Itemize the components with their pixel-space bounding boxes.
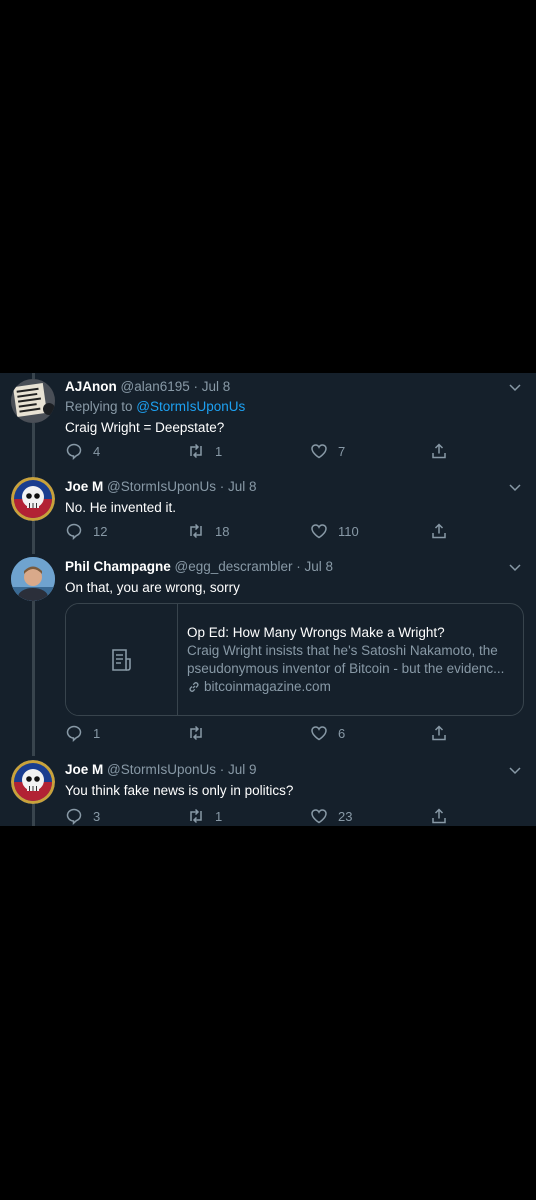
avatar[interactable] xyxy=(11,379,55,423)
card-body: Op Ed: How Many Wrongs Make a Wright? Cr… xyxy=(187,624,513,696)
replying-to: Replying to @StormIsUponUs xyxy=(65,398,516,416)
retweet-icon xyxy=(190,443,202,459)
retweet-button[interactable] xyxy=(187,723,215,743)
retweet-button[interactable]: 1 xyxy=(187,806,222,826)
skull-patriot-badge-icon xyxy=(11,477,55,521)
display-name[interactable]: Joe M xyxy=(65,479,103,494)
tweet-text: On that, you are wrong, sorry xyxy=(65,580,240,595)
tweet-date[interactable]: Jul 8 xyxy=(228,479,257,494)
card-domain-text: bitcoinmagazine.com xyxy=(204,679,331,694)
like-count: 110 xyxy=(338,523,359,539)
tweet-header: Joe M @StormIsUponUs · Jul 9 xyxy=(65,761,516,779)
retweet-icon xyxy=(190,808,202,824)
like-button[interactable]: 110 xyxy=(310,521,359,541)
heart-icon xyxy=(311,726,327,741)
tweet-text: Craig Wright = Deepstate? xyxy=(65,420,225,435)
retweet-icon xyxy=(190,725,202,741)
share-button[interactable] xyxy=(430,441,448,461)
tweet-header: Joe M @StormIsUponUs · Jul 8 xyxy=(65,478,516,496)
replying-to-label: Replying to xyxy=(65,399,137,414)
reply-button[interactable]: 1 xyxy=(65,723,100,743)
display-name[interactable]: AJAnon xyxy=(65,379,117,394)
mention-link[interactable]: @StormIsUponUs xyxy=(136,399,245,414)
tweet-text: You think fake news is only in politics? xyxy=(65,783,294,798)
chevron-down-icon[interactable] xyxy=(508,560,522,574)
tweet-header: Phil Champagne @egg_descrambler · Jul 8 xyxy=(65,558,516,576)
tweet[interactable]: Joe M @StormIsUponUs · Jul 8 No. He inve… xyxy=(0,473,536,553)
share-button[interactable] xyxy=(430,723,448,743)
like-button[interactable]: 6 xyxy=(310,723,345,743)
avatar[interactable] xyxy=(11,477,55,521)
card-thumbnail xyxy=(66,604,178,715)
like-button[interactable]: 23 xyxy=(310,806,352,826)
avatar[interactable] xyxy=(11,557,55,601)
heart-icon xyxy=(311,809,327,824)
heart-icon xyxy=(311,444,327,459)
retweet-button[interactable]: 18 xyxy=(187,521,229,541)
reply-icon xyxy=(66,523,82,540)
chevron-down-icon[interactable] xyxy=(508,480,522,494)
reply-count: 4 xyxy=(93,443,101,459)
reply-button[interactable]: 3 xyxy=(65,806,100,826)
reply-icon xyxy=(66,443,82,460)
reply-count: 12 xyxy=(93,523,108,539)
tweet-actions: 3 1 23 xyxy=(65,806,465,826)
reply-icon xyxy=(66,725,82,742)
handle[interactable]: @StormIsUponUs xyxy=(107,479,216,494)
card-description: Craig Wright insists that he's Satoshi N… xyxy=(187,643,505,676)
separator: · xyxy=(216,479,229,494)
separator: · xyxy=(189,379,202,394)
protest-sign-avatar-icon xyxy=(11,379,55,423)
chevron-down-icon[interactable] xyxy=(508,380,522,394)
tweet-actions: 1 6 xyxy=(65,723,465,743)
display-name[interactable]: Phil Champagne xyxy=(65,559,171,574)
tweet-date[interactable]: Jul 8 xyxy=(202,379,231,394)
reply-count: 1 xyxy=(93,725,101,741)
separator: · xyxy=(216,762,229,777)
tweet-actions: 12 18 110 xyxy=(65,521,465,541)
retweet-button[interactable]: 1 xyxy=(187,441,222,461)
reply-button[interactable]: 12 xyxy=(65,521,107,541)
share-button[interactable] xyxy=(430,806,448,826)
person-photo-icon xyxy=(11,557,55,601)
separator: · xyxy=(292,559,305,574)
like-count: 23 xyxy=(338,808,353,824)
card-title: Op Ed: How Many Wrongs Make a Wright? xyxy=(187,625,445,640)
share-icon xyxy=(432,523,446,539)
retweet-count: 1 xyxy=(215,443,223,459)
share-icon xyxy=(432,725,446,741)
chevron-down-icon[interactable] xyxy=(508,763,522,777)
link-preview-card[interactable]: Op Ed: How Many Wrongs Make a Wright? Cr… xyxy=(65,603,524,716)
heart-icon xyxy=(311,524,327,539)
tweet-date[interactable]: Jul 8 xyxy=(305,559,334,574)
avatar[interactable] xyxy=(11,760,55,804)
reply-icon xyxy=(66,808,82,825)
link-icon xyxy=(189,682,199,692)
retweet-count: 1 xyxy=(215,808,223,824)
retweet-icon xyxy=(190,523,202,539)
card-domain: bitcoinmagazine.com xyxy=(187,678,513,696)
tweet-date[interactable]: Jul 9 xyxy=(228,762,257,777)
handle[interactable]: @egg_descrambler xyxy=(175,559,293,574)
tweet-thread-panel: AJAnon @alan6195 · Jul 8 Replying to @St… xyxy=(0,373,536,826)
tweet-header: AJAnon @alan6195 · Jul 8 xyxy=(65,378,516,396)
share-button[interactable] xyxy=(430,521,448,541)
tweet-actions: 4 1 7 xyxy=(65,441,465,461)
like-count: 7 xyxy=(338,443,346,459)
tweet[interactable]: Joe M @StormIsUponUs · Jul 9 You think f… xyxy=(0,756,536,826)
share-icon xyxy=(432,808,446,824)
reply-button[interactable]: 4 xyxy=(65,441,100,461)
retweet-count: 18 xyxy=(215,523,230,539)
reply-count: 3 xyxy=(93,808,101,824)
like-count: 6 xyxy=(338,725,346,741)
tweet[interactable]: AJAnon @alan6195 · Jul 8 Replying to @St… xyxy=(0,373,536,466)
tweet-text: No. He invented it. xyxy=(65,500,177,515)
handle[interactable]: @alan6195 xyxy=(121,379,190,394)
display-name[interactable]: Joe M xyxy=(65,762,103,777)
skull-patriot-badge-icon xyxy=(11,760,55,804)
handle[interactable]: @StormIsUponUs xyxy=(107,762,216,777)
like-button[interactable]: 7 xyxy=(310,441,345,461)
document-icon xyxy=(111,648,131,671)
share-icon xyxy=(432,443,446,459)
